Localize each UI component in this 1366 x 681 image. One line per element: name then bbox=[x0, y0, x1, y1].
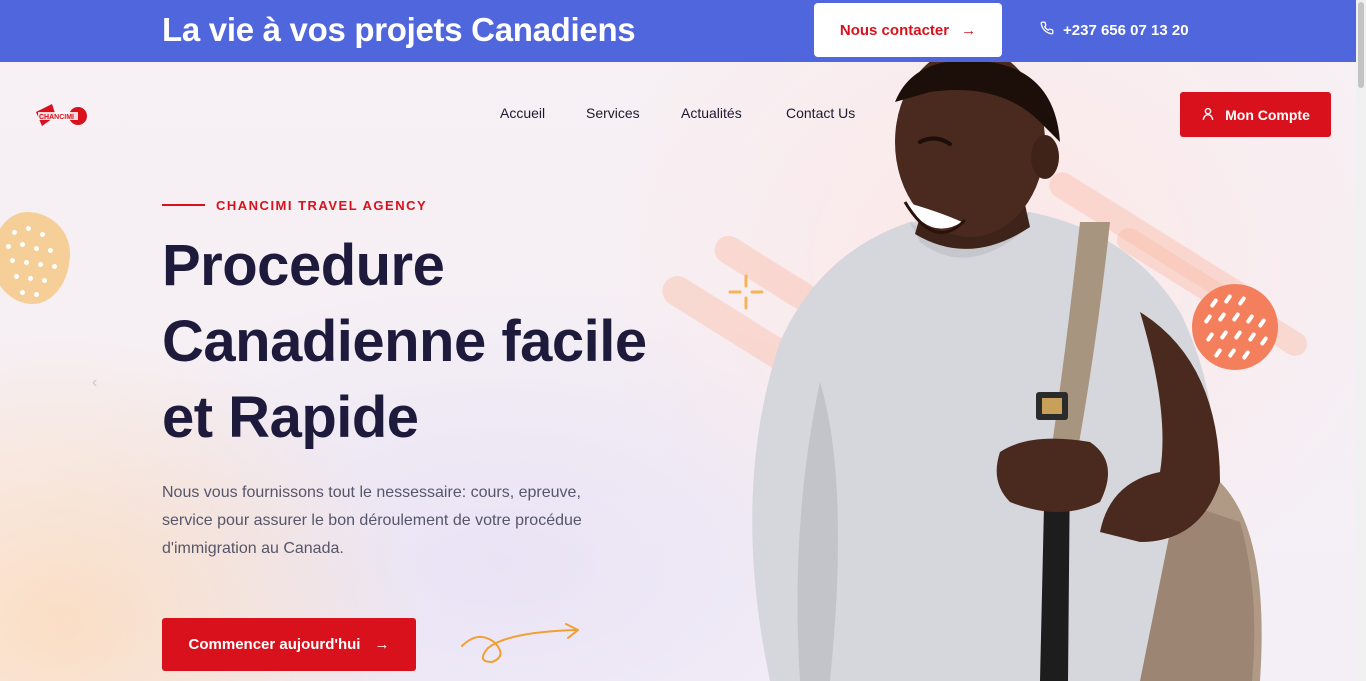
headline-line-3: et Rapide bbox=[162, 385, 419, 450]
smiling-man-photo bbox=[752, 62, 1262, 681]
scrollbar-thumb[interactable] bbox=[1358, 2, 1364, 88]
get-started-label: Commencer aujourd'hui bbox=[188, 636, 361, 653]
chevron-left-icon[interactable]: ‹ bbox=[92, 374, 97, 392]
dotted-blob-decoration bbox=[0, 212, 70, 304]
swirl-arrow-decoration bbox=[461, 623, 579, 664]
phone-number: +237 656 07 13 20 bbox=[1063, 21, 1189, 39]
page-scrollbar[interactable] bbox=[1356, 0, 1366, 681]
contact-button[interactable]: Nous contacter → bbox=[814, 3, 1002, 57]
top-bar: La vie à vos projets Canadiens Nous cont… bbox=[0, 0, 1356, 62]
arrow-right-icon: → bbox=[961, 21, 977, 39]
nav-item-services[interactable]: Services bbox=[586, 105, 640, 125]
headline-line-2: Canadienne facile bbox=[162, 309, 647, 374]
description-line-2: service pour assurer le bon déroulement … bbox=[162, 512, 582, 529]
logo-text: CHANCIMI bbox=[39, 114, 74, 121]
phone-icon bbox=[1040, 21, 1054, 39]
hero-headline: Procedure Canadienne facile et Rapide bbox=[162, 228, 702, 456]
description-line-1: Nous vous fournissons tout le nessessair… bbox=[162, 484, 581, 501]
get-started-button[interactable]: Commencer aujourd'hui → bbox=[162, 618, 416, 671]
my-account-label: Mon Compte bbox=[1225, 106, 1310, 123]
arrow-right-icon: → bbox=[374, 636, 390, 653]
hero-eyebrow: CHANCIMI TRAVEL AGENCY bbox=[162, 196, 427, 214]
headline-line-1: Procedure bbox=[162, 233, 445, 298]
topbar-tagline: La vie à vos projets Canadiens bbox=[162, 11, 636, 48]
nav-item-accueil[interactable]: Accueil bbox=[500, 105, 545, 125]
description-line-3: d'immigration au Canada. bbox=[162, 540, 344, 557]
my-account-button[interactable]: Mon Compte bbox=[1180, 92, 1331, 137]
contact-button-label: Nous contacter bbox=[839, 21, 950, 39]
phone-link[interactable]: +237 656 07 13 20 bbox=[1040, 18, 1189, 42]
chancimi-logo[interactable]: CHANCIMI bbox=[34, 102, 90, 130]
eyebrow-line bbox=[162, 204, 205, 206]
user-icon bbox=[1201, 106, 1215, 124]
eyebrow-text: CHANCIMI TRAVEL AGENCY bbox=[216, 197, 428, 213]
hero-section: CHANCIMI Accueil Services Actualités Con… bbox=[0, 62, 1356, 681]
hero-description: Nous vous fournissons tout le nessessair… bbox=[162, 479, 642, 563]
